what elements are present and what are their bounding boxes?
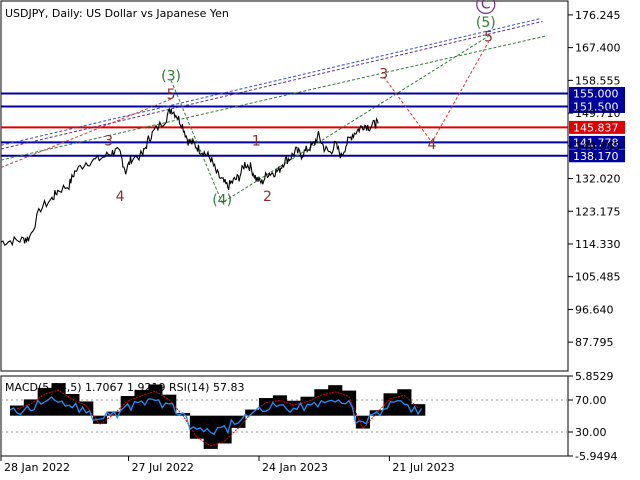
price-tick-label: 149.710 [575,107,621,120]
wave-label: 3 [379,67,388,83]
macd-bar [383,393,398,416]
indicator-tick-label: -5.9494 [575,450,617,463]
wave-label: 1 [252,133,261,149]
price-tick-label: 96.640 [575,303,614,316]
price-tick-label: 105.485 [575,271,621,284]
price-tick-label: 123.175 [575,205,621,218]
wave-label: 4 [116,189,125,205]
level-label: 155.000 [573,88,619,101]
wave-label: 5 [484,30,493,46]
chart-canvas[interactable]: USDJPY, Daily: US Dollar vs Japanese Yen… [0,0,640,480]
wave-label: (5) [476,15,496,31]
time-tick-label: 24 Jan 2023 [262,461,328,474]
wave-label: 3 [104,133,113,149]
level-label: 145.837 [573,121,619,134]
wave-label: (3) [161,69,181,85]
indicator-tick-label: 30.00 [575,426,607,439]
macd-bar [65,393,80,416]
wave-label: 2 [263,189,272,205]
time-tick-label: 28 Jan 2022 [4,461,70,474]
wave-label: C [481,0,491,12]
wave-label: 4 [427,137,436,153]
time-tick-label: 21 Jul 2023 [392,461,454,474]
macd-bar [10,405,25,416]
price-tick-label: 114.330 [575,238,621,251]
macd-bar [397,389,412,416]
price-tick-label: 132.020 [575,173,621,186]
wave-label: 5 [167,87,176,103]
price-tick-label: 140.865 [575,140,621,153]
price-tick-label: 87.795 [575,336,614,349]
chart-header-title: USDJPY, Daily: US Dollar vs Japanese Yen [5,7,229,20]
time-tick-label: 27 Jul 2022 [132,461,194,474]
price-tick-label: 167.400 [575,42,621,55]
wave-label: (4) [212,193,232,209]
price-tick-label: 176.245 [575,9,621,22]
indicator-tick-label: 70.00 [575,394,607,407]
indicator-tick-label: 5.8529 [575,370,614,383]
price-tick-label: 158.555 [575,74,621,87]
macd-bar [217,415,232,444]
